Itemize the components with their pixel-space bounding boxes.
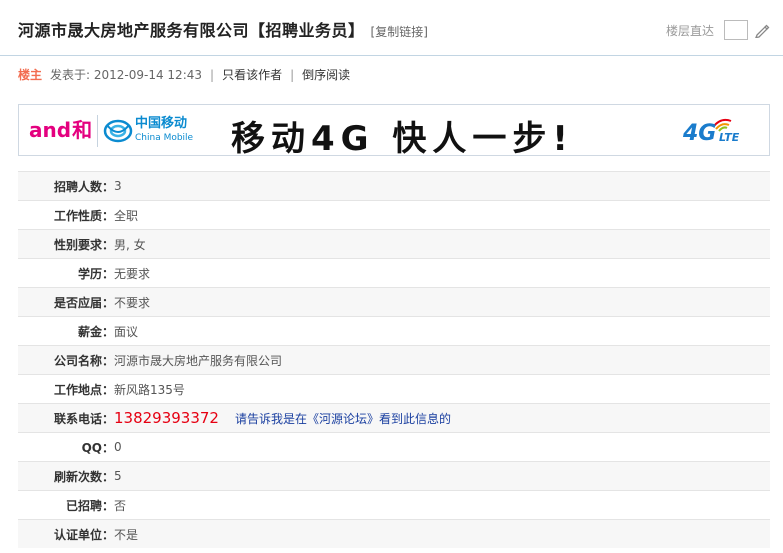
4g-lte-logo: 4G LTE: [679, 113, 761, 149]
info-label: 招聘人数：: [53, 179, 114, 194]
info-row-education: 学历： 无要求: [18, 258, 770, 287]
copy-link-button[interactable]: [复制链接]: [371, 23, 428, 40]
china-mobile-icon: [103, 117, 133, 145]
lte-sub-text: LTE: [719, 131, 740, 144]
lte-main-text: 4G: [683, 121, 717, 146]
china-mobile-text: 中国移动 China Mobile: [135, 117, 193, 145]
info-label: 认证单位：: [53, 527, 114, 542]
info-value: 男, 女: [114, 237, 146, 252]
info-value: 河源市晟大房地产服务有限公司: [114, 353, 283, 368]
post-date: 发表于: 2012-09-14 12:43: [50, 68, 203, 82]
author-line: 楼主 发表于: 2012-09-14 12:43 | 只看该作者 | 倒序阅读: [18, 66, 350, 83]
info-value: 5: [114, 469, 122, 483]
thread-title: 河源市晟大房地产服务有限公司【招聘业务员】: [18, 21, 365, 40]
and-logo-text: and: [29, 118, 72, 142]
info-value: 不是: [114, 527, 139, 542]
info-value: 面议: [114, 324, 139, 339]
info-label: 薪金：: [77, 324, 114, 339]
info-row-certified: 认证单位： 不是: [18, 519, 770, 548]
info-row-location: 工作地点： 新风路135号: [18, 374, 770, 403]
pen-icon[interactable]: [753, 21, 771, 39]
china-mobile-cn: 中国移动: [135, 116, 188, 131]
phone-tip: 请告诉我是在《河源论坛》看到此信息的: [234, 411, 451, 426]
info-label: 工作性质：: [53, 208, 114, 223]
louzhu-badge: 楼主: [18, 68, 43, 82]
ad-divider: [97, 115, 98, 147]
info-value: 无要求: [114, 266, 151, 281]
info-value: 不要求: [114, 295, 151, 310]
only-author-link[interactable]: 只看该作者: [222, 66, 282, 83]
info-row-job-type: 工作性质： 全职: [18, 200, 770, 229]
info-label: 学历：: [77, 266, 114, 281]
info-label: 刷新次数：: [53, 469, 114, 484]
china-mobile-en: China Mobile: [135, 133, 194, 143]
info-row-company: 公司名称： 河源市晟大房地产服务有限公司: [18, 345, 770, 374]
info-label: 已招聘：: [65, 498, 114, 513]
info-row-recruit-count: 招聘人数： 3: [18, 171, 770, 200]
info-value: 否: [114, 498, 127, 513]
info-label: 公司名称：: [53, 353, 114, 368]
info-value: 全职: [114, 208, 139, 223]
info-row-phone: 联系电话： 13829393372 请告诉我是在《河源论坛》看到此信息的: [18, 403, 770, 432]
reverse-order-link[interactable]: 倒序阅读: [302, 66, 350, 83]
phone-number: 13829393372: [114, 409, 219, 427]
info-label: QQ：: [81, 440, 114, 455]
info-row-salary: 薪金： 面议: [18, 316, 770, 345]
floor-jump: 楼层直达: [666, 20, 771, 40]
info-row-refresh-count: 刷新次数： 5: [18, 461, 770, 490]
info-value: 3: [114, 179, 122, 193]
info-row-qq: QQ： 0: [18, 432, 770, 461]
floor-jump-label: 楼层直达: [665, 23, 714, 38]
info-value: 0: [114, 440, 122, 454]
ad-slogan: 移动4G 快人一步!: [231, 119, 574, 156]
and-he-logo: and 和: [29, 114, 92, 143]
info-label: 联系电话：: [53, 411, 114, 426]
separator: |: [210, 67, 215, 82]
info-row-graduate: 是否应届： 不要求: [18, 287, 770, 316]
thread-header: 河源市晟大房地产服务有限公司【招聘业务员】 [复制链接] 楼层直达: [0, 0, 783, 56]
info-label: 工作地点：: [53, 382, 114, 397]
thread-title-wrap: 河源市晟大房地产服务有限公司【招聘业务员】 [复制链接]: [18, 17, 428, 41]
separator: |: [290, 67, 295, 82]
info-row-gender: 性别要求： 男, 女: [18, 229, 770, 258]
he-logo-text: 和: [72, 118, 93, 142]
job-info-table: 招聘人数： 3 工作性质： 全职 性别要求： 男, 女 学历： 无要求 是否应届…: [18, 171, 770, 548]
ad-banner[interactable]: and 和 中国移动 China Mobile 移动4G 快人一步! 4G LT…: [18, 104, 770, 156]
info-value: 新风路135号: [114, 382, 185, 397]
floor-jump-input[interactable]: [724, 20, 748, 40]
info-label: 性别要求：: [53, 237, 114, 252]
info-row-recruited: 已招聘： 否: [18, 490, 770, 519]
info-label: 是否应届：: [53, 295, 114, 310]
